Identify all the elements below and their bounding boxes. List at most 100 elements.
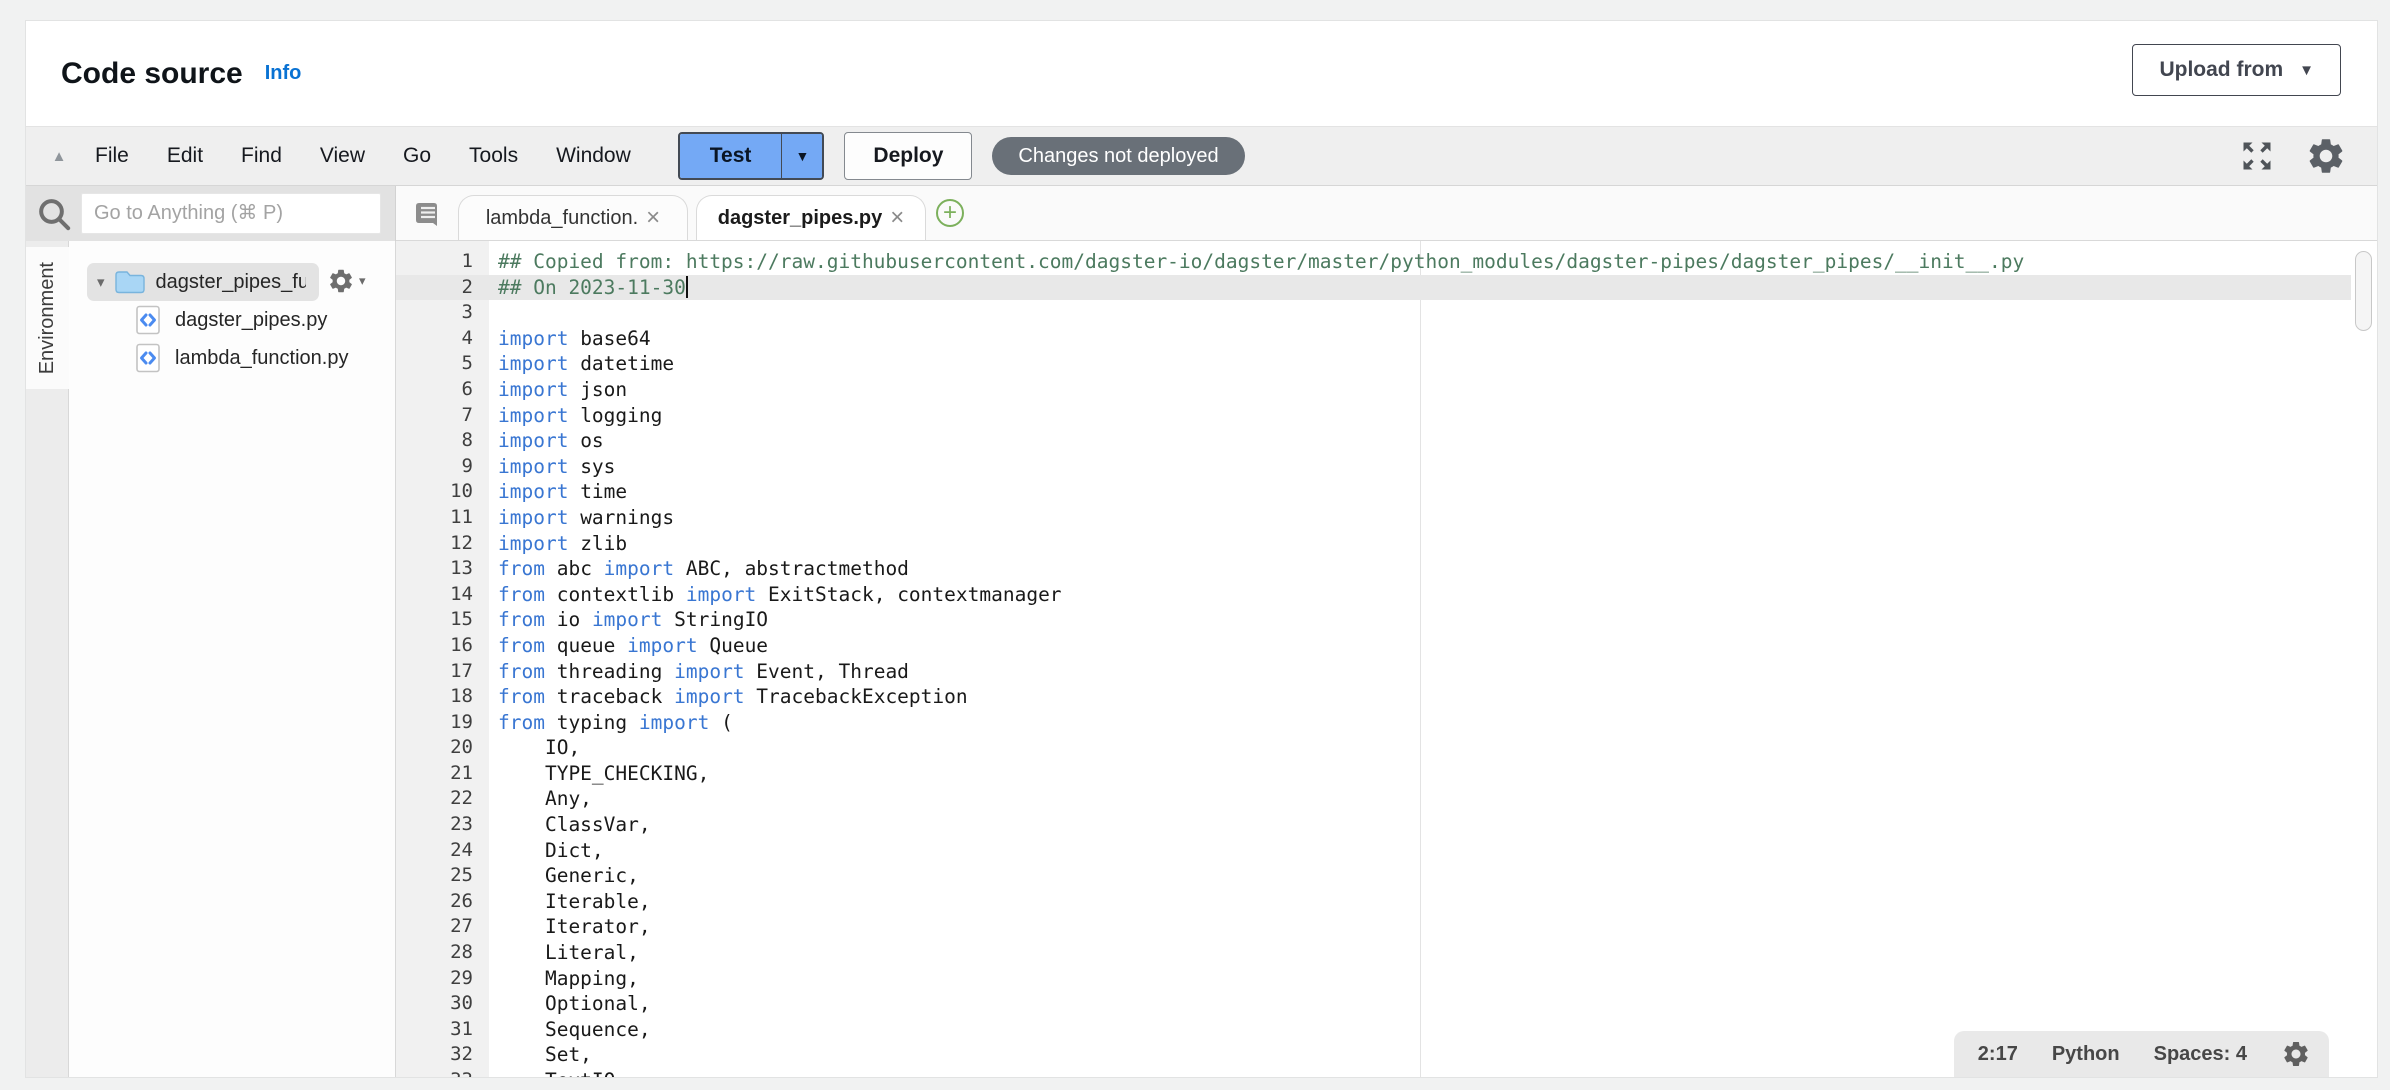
line-number: 18 xyxy=(396,684,489,710)
code-line-6[interactable]: 6import json xyxy=(396,377,2351,403)
line-number: 31 xyxy=(396,1017,489,1043)
syntax-mode[interactable]: Python xyxy=(2052,1043,2120,1066)
tree-file-dagster-pipes[interactable]: dagster_pipes.py xyxy=(135,301,327,339)
indentation-setting[interactable]: Spaces: 4 xyxy=(2154,1043,2247,1066)
vertical-scrollbar[interactable] xyxy=(2355,251,2372,331)
line-number: 25 xyxy=(396,863,489,889)
code-line-26[interactable]: 26 Iterable, xyxy=(396,889,2351,915)
code-line-28[interactable]: 28 Literal, xyxy=(396,940,2351,966)
code-line-7[interactable]: 7import logging xyxy=(396,403,2351,429)
code-text: from traceback import TracebackException xyxy=(489,684,968,710)
menu-item-file[interactable]: File xyxy=(76,144,148,168)
sidebar-rail: Environment xyxy=(26,241,69,1077)
line-number: 1 xyxy=(396,249,489,275)
tree-folder-row[interactable]: ▾ dagster_pipes_funct xyxy=(87,263,319,301)
code-line-20[interactable]: 20 IO, xyxy=(396,735,2351,761)
code-text: Any, xyxy=(489,786,592,812)
menu-item-tools[interactable]: Tools xyxy=(450,144,537,168)
code-text: import zlib xyxy=(489,531,627,557)
panel-header: Code source Info Upload from ▼ xyxy=(26,21,2377,126)
file-label: dagster_pipes.py xyxy=(175,309,327,332)
tree-file-lambda-function[interactable]: lambda_function.py xyxy=(135,339,348,377)
line-number: 33 xyxy=(396,1068,489,1077)
gear-icon[interactable] xyxy=(2281,1039,2311,1069)
code-line-10[interactable]: 10import time xyxy=(396,479,2351,505)
gear-icon[interactable] xyxy=(2305,135,2347,177)
menu-item-find[interactable]: Find xyxy=(222,144,301,168)
close-icon[interactable]: × xyxy=(890,206,904,230)
line-number: 12 xyxy=(396,531,489,557)
code-line-29[interactable]: 29 Mapping, xyxy=(396,966,2351,992)
code-line-1[interactable]: 1## Copied from: https://raw.githubuserc… xyxy=(396,249,2351,275)
code-text: Generic, xyxy=(489,863,639,889)
new-tab-button[interactable]: + xyxy=(936,199,964,227)
tab-lambda-function[interactable]: lambda_function. × xyxy=(458,195,688,240)
line-number: 10 xyxy=(396,479,489,505)
code-text: from queue import Queue xyxy=(489,633,768,659)
code-line-12[interactable]: 12import zlib xyxy=(396,531,2351,557)
menu-item-window[interactable]: Window xyxy=(537,144,650,168)
line-number: 9 xyxy=(396,454,489,480)
line-number: 3 xyxy=(396,300,489,326)
code-line-21[interactable]: 21 TYPE_CHECKING, xyxy=(396,761,2351,787)
deploy-button[interactable]: Deploy xyxy=(844,132,972,180)
code-editor[interactable]: 1## Copied from: https://raw.githubuserc… xyxy=(396,241,2377,1077)
code-line-2[interactable]: 2## On 2023-11-30 xyxy=(396,275,2351,301)
python-file-icon xyxy=(135,305,161,335)
cursor-position[interactable]: 2:17 xyxy=(1978,1043,2018,1066)
code-text: Iterable, xyxy=(489,889,651,915)
code-line-24[interactable]: 24 Dict, xyxy=(396,838,2351,864)
go-to-anything-input[interactable] xyxy=(81,193,381,234)
code-line-19[interactable]: 19from typing import ( xyxy=(396,710,2351,736)
code-line-5[interactable]: 5import datetime xyxy=(396,351,2351,377)
collapse-panel-icon[interactable]: ▲ xyxy=(42,148,76,165)
code-text: Dict, xyxy=(489,838,604,864)
line-number: 15 xyxy=(396,607,489,633)
line-number: 26 xyxy=(396,889,489,915)
code-text: TextIO xyxy=(489,1068,615,1077)
code-line-16[interactable]: 16from queue import Queue xyxy=(396,633,2351,659)
code-line-25[interactable]: 25 Generic, xyxy=(396,863,2351,889)
code-text: Literal, xyxy=(489,940,639,966)
test-button[interactable]: Test xyxy=(680,134,782,178)
test-options-button[interactable]: ▼ xyxy=(781,134,822,178)
menu-item-edit[interactable]: Edit xyxy=(148,144,222,168)
code-line-15[interactable]: 15from io import StringIO xyxy=(396,607,2351,633)
code-text: Iterator, xyxy=(489,914,651,940)
code-line-8[interactable]: 8import os xyxy=(396,428,2351,454)
file-label: lambda_function.py xyxy=(175,347,348,370)
code-line-22[interactable]: 22 Any, xyxy=(396,786,2351,812)
line-number: 27 xyxy=(396,914,489,940)
tree-expand-caret-icon[interactable]: ▾ xyxy=(97,273,105,291)
code-line-23[interactable]: 23 ClassVar, xyxy=(396,812,2351,838)
tree-folder-label: dagster_pipes_funct xyxy=(156,271,306,294)
code-line-9[interactable]: 9import sys xyxy=(396,454,2351,480)
code-line-3[interactable]: 3 xyxy=(396,300,2351,326)
badge-label: Changes not deployed xyxy=(1018,145,1218,168)
upload-from-button[interactable]: Upload from ▼ xyxy=(2132,44,2341,96)
code-line-13[interactable]: 13from abc import ABC, abstractmethod xyxy=(396,556,2351,582)
code-line-18[interactable]: 18from traceback import TracebackExcepti… xyxy=(396,684,2351,710)
code-text: Mapping, xyxy=(489,966,639,992)
code-line-14[interactable]: 14from contextlib import ExitStack, cont… xyxy=(396,582,2351,608)
line-number: 6 xyxy=(396,377,489,403)
menu-item-view[interactable]: View xyxy=(301,144,384,168)
tab-list-icon[interactable] xyxy=(412,199,444,229)
code-line-11[interactable]: 11import warnings xyxy=(396,505,2351,531)
code-line-4[interactable]: 4import base64 xyxy=(396,326,2351,352)
code-text: ## Copied from: https://raw.githubuserco… xyxy=(489,249,2024,275)
environment-tab-label: Environment xyxy=(36,262,59,374)
code-text: Optional, xyxy=(489,991,651,1017)
chevron-down-icon: ▼ xyxy=(795,148,809,164)
environment-tab[interactable]: Environment xyxy=(26,247,69,389)
menu-item-go[interactable]: Go xyxy=(384,144,450,168)
code-line-17[interactable]: 17from threading import Event, Thread xyxy=(396,659,2351,685)
fullscreen-expand-icon[interactable] xyxy=(2239,138,2275,174)
tree-settings-button[interactable]: ▾ xyxy=(327,267,366,295)
info-link[interactable]: Info xyxy=(265,62,302,85)
line-number: 20 xyxy=(396,735,489,761)
close-icon[interactable]: × xyxy=(646,206,660,230)
code-line-30[interactable]: 30 Optional, xyxy=(396,991,2351,1017)
tab-dagster-pipes[interactable]: dagster_pipes.py × xyxy=(696,195,926,240)
code-line-27[interactable]: 27 Iterator, xyxy=(396,914,2351,940)
